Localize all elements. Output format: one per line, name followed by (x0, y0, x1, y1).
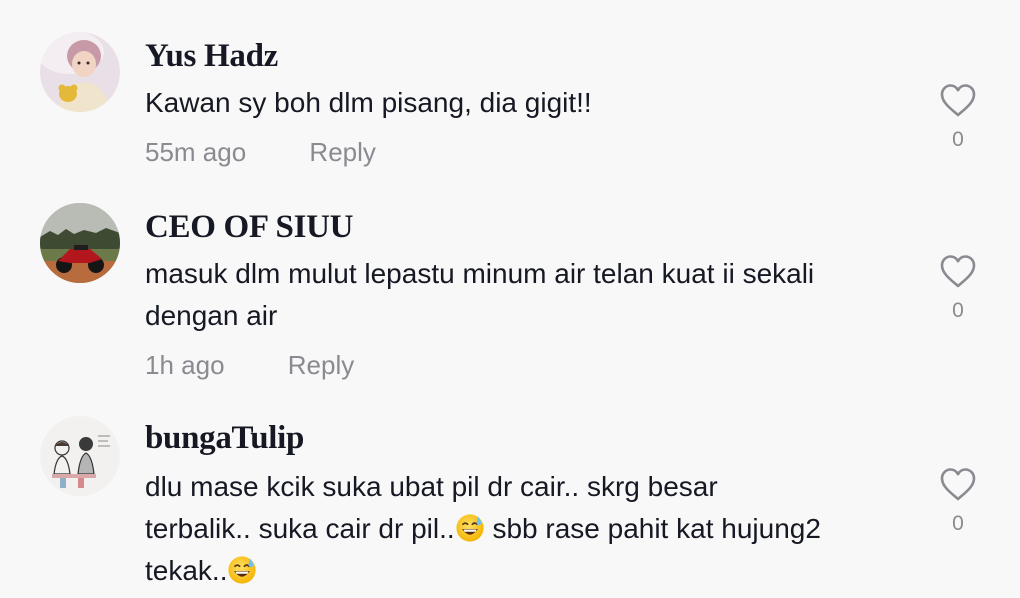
avatar[interactable] (40, 32, 120, 112)
avatar[interactable] (40, 416, 120, 496)
comment-meta: 55m ago Reply (145, 137, 376, 168)
comment-timestamp: 55m ago (145, 137, 247, 167)
comment-text: masuk dlm mulut lepastu minum air telan … (145, 258, 815, 331)
reply-button[interactable]: Reply (309, 137, 375, 168)
sketch-drawing-avatar-icon (40, 416, 120, 496)
like-count: 0 (952, 299, 964, 322)
comment-username[interactable]: bungaTulip (145, 420, 304, 457)
like-control: 0 (938, 253, 978, 323)
comment-username[interactable]: CEO OF SIUU (145, 209, 353, 246)
comment-item: Yus Hadz Kawan sy boh dlm pisang, dia gi… (0, 0, 1020, 190)
comment-text: Kawan sy boh dlm pisang, dia gigit!! (145, 87, 592, 118)
like-control: 0 (938, 466, 978, 536)
comment-timestamp: 1h ago (145, 350, 225, 380)
grinning-sweat-emoji-icon (456, 514, 484, 542)
reply-button[interactable]: Reply (288, 350, 354, 381)
comment-username[interactable]: Yus Hadz (145, 38, 278, 75)
like-count: 0 (952, 512, 964, 535)
grinning-sweat-emoji-icon (228, 556, 257, 584)
avatar[interactable] (40, 203, 120, 283)
heart-icon[interactable] (938, 82, 978, 118)
heart-icon[interactable] (938, 253, 978, 289)
heart-icon[interactable] (938, 466, 978, 502)
comment-meta: 1h ago Reply (145, 350, 354, 381)
like-count: 0 (952, 128, 964, 151)
comment-text: dlu mase kcik suka ubat pil dr cair.. sk… (145, 466, 825, 592)
like-control: 0 (938, 82, 978, 152)
child-photo-avatar-icon (40, 32, 120, 112)
comment-item: CEO OF SIUU masuk dlm mulut lepastu minu… (0, 190, 1020, 405)
motorcycle-photo-avatar-icon (40, 203, 120, 283)
comment-item: bungaTulip dlu mase kcik suka ubat pil d… (0, 405, 1020, 598)
